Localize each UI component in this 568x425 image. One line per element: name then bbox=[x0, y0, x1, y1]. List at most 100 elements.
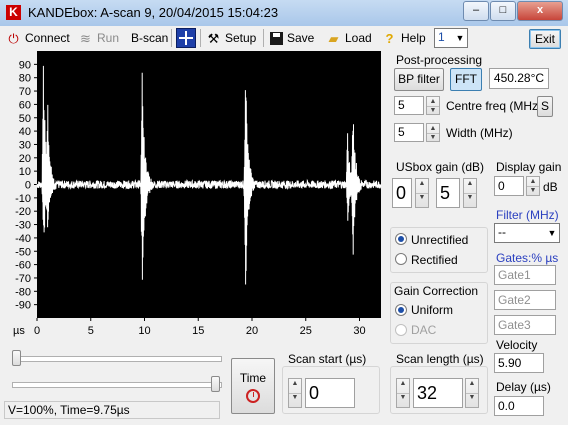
time-button[interactable]: Time bbox=[231, 358, 275, 414]
connect-button[interactable]: ⏻ Connect bbox=[6, 28, 70, 48]
gate1-input[interactable]: Gate1 bbox=[494, 265, 556, 285]
minimize-button[interactable]: – bbox=[463, 1, 489, 21]
y-tick-label: 60 bbox=[19, 99, 31, 111]
gain-correction-title: Gain Correction bbox=[394, 284, 479, 298]
time-label: Time bbox=[239, 371, 267, 385]
status-bar: V=100%, Time=9.75µs bbox=[4, 401, 220, 419]
scan-start-input[interactable]: 0 bbox=[305, 378, 355, 408]
display-gain-input[interactable]: 0 bbox=[494, 176, 524, 196]
width-spinner[interactable]: ▲ ▼ bbox=[426, 123, 440, 142]
channel-select-value: 1 bbox=[438, 30, 445, 44]
y-tick-label: -10 bbox=[15, 193, 31, 205]
arrow-up-icon[interactable]: ▲ bbox=[397, 379, 409, 394]
scan-start-spinner[interactable]: ▲ ▼ bbox=[288, 378, 302, 408]
bscan-button[interactable]: B-scan bbox=[131, 28, 168, 48]
usbox-gain-coarse-spinner[interactable]: ▲ ▼ bbox=[415, 178, 429, 208]
y-tick-label: 30 bbox=[19, 139, 31, 151]
scan-length-slider-thumb[interactable] bbox=[211, 376, 220, 392]
fft-button[interactable]: FFT bbox=[450, 68, 482, 91]
y-tick-label: 90 bbox=[19, 59, 31, 71]
y-tick-label: 0 bbox=[25, 180, 31, 192]
uniform-radio[interactable] bbox=[395, 304, 407, 316]
chevron-down-icon: ▼ bbox=[455, 33, 465, 43]
usbox-gain-coarse-input[interactable]: 0 bbox=[392, 178, 412, 208]
usbox-gain-fine-spinner[interactable]: ▲ ▼ bbox=[463, 178, 477, 208]
x-tick-label: 5 bbox=[88, 325, 94, 337]
gate3-input[interactable]: Gate3 bbox=[494, 315, 556, 335]
close-button[interactable]: x bbox=[517, 1, 563, 21]
gates-label: Gates:% µs bbox=[496, 251, 559, 265]
usbox-gain-fine-input[interactable]: 5 bbox=[436, 178, 460, 208]
filter-label: Filter (MHz) bbox=[496, 208, 559, 222]
y-tick-label: -90 bbox=[15, 300, 31, 312]
setup-label: Setup bbox=[225, 31, 257, 45]
x-tick-label: 15 bbox=[192, 325, 204, 337]
arrow-down-icon[interactable]: ▼ bbox=[464, 193, 476, 207]
display-gain-label: Display gain bbox=[496, 160, 562, 174]
arrow-down-icon[interactable]: ▼ bbox=[427, 106, 439, 115]
unrectified-radio[interactable] bbox=[395, 233, 407, 245]
run-button[interactable]: ≋ Run bbox=[78, 28, 119, 48]
dac-radio[interactable] bbox=[395, 324, 407, 336]
scan-length-label: Scan length (µs) bbox=[396, 352, 484, 366]
arrow-down-icon[interactable]: ▼ bbox=[427, 133, 439, 142]
scan-length-spinner-right[interactable]: ▲ ▼ bbox=[465, 378, 479, 408]
arrow-down-icon[interactable]: ▼ bbox=[289, 393, 301, 407]
temperature-readout: 450.28°C bbox=[489, 68, 549, 89]
setup-button[interactable]: ⚒ Setup bbox=[206, 28, 257, 48]
s-button[interactable]: S bbox=[537, 96, 553, 117]
waveform-icon: ≋ bbox=[80, 30, 91, 46]
rectified-radio[interactable] bbox=[395, 253, 407, 265]
filter-select[interactable]: -- ▼ bbox=[494, 223, 560, 243]
y-tick-label: 70 bbox=[19, 86, 31, 98]
arrow-up-icon[interactable]: ▲ bbox=[416, 179, 428, 194]
save-button[interactable]: Save bbox=[270, 28, 314, 48]
display-gain-unit: dB bbox=[543, 180, 558, 194]
y-tick-label: 10 bbox=[19, 166, 31, 178]
y-tick-label: -20 bbox=[15, 206, 31, 218]
arrow-up-icon[interactable]: ▲ bbox=[289, 379, 301, 394]
x-axis-label: µs bbox=[13, 325, 25, 337]
unrectified-label: Unrectified bbox=[411, 233, 469, 247]
y-tick-label: -50 bbox=[15, 246, 31, 258]
channel-select[interactable]: 1 ▼ bbox=[434, 28, 468, 48]
scan-start-slider-thumb[interactable] bbox=[12, 350, 21, 366]
velocity-input[interactable]: 5.90 bbox=[494, 353, 544, 373]
centre-freq-input[interactable]: 5 bbox=[394, 96, 424, 115]
help-button[interactable]: ? Help bbox=[382, 28, 426, 48]
bscan-label: B-scan bbox=[131, 31, 169, 45]
width-input[interactable]: 5 bbox=[394, 123, 424, 142]
toolbar-divider bbox=[171, 29, 172, 47]
arrow-up-icon[interactable]: ▲ bbox=[466, 379, 478, 394]
exit-button[interactable]: Exit bbox=[529, 29, 561, 49]
load-button[interactable]: ▰ Load bbox=[326, 28, 372, 48]
arrow-down-icon[interactable]: ▼ bbox=[416, 193, 428, 207]
bp-filter-button[interactable]: BP filter bbox=[394, 68, 444, 91]
delay-label: Delay (µs) bbox=[496, 380, 551, 394]
toolbar-divider bbox=[200, 29, 201, 47]
title-bar: K KANDEbox: A-scan 9, 20/04/2015 15:04:2… bbox=[0, 0, 568, 26]
scan-length-spinner-left[interactable]: ▲ ▼ bbox=[396, 378, 410, 408]
x-tick-label: 30 bbox=[353, 325, 365, 337]
delay-input[interactable]: 0.0 bbox=[494, 396, 544, 416]
connect-label: Connect bbox=[25, 31, 70, 45]
application-window: K KANDEbox: A-scan 9, 20/04/2015 15:04:2… bbox=[0, 0, 568, 425]
save-label: Save bbox=[287, 31, 315, 45]
arrow-down-icon[interactable]: ▼ bbox=[466, 393, 478, 407]
arrow-down-icon[interactable]: ▼ bbox=[527, 186, 539, 195]
maximize-button[interactable]: □ bbox=[490, 1, 516, 21]
arrow-up-icon[interactable]: ▲ bbox=[464, 179, 476, 194]
centre-freq-spinner[interactable]: ▲ ▼ bbox=[426, 96, 440, 115]
tools-icon: ⚒ bbox=[207, 30, 220, 46]
layout-grid-button[interactable] bbox=[176, 28, 196, 48]
scan-length-slider-track[interactable] bbox=[12, 382, 222, 388]
filter-select-value: -- bbox=[498, 225, 506, 239]
scan-length-input[interactable]: 32 bbox=[413, 378, 463, 408]
width-label: Width (MHz) bbox=[446, 126, 513, 140]
gate2-input[interactable]: Gate2 bbox=[494, 290, 556, 310]
arrow-down-icon[interactable]: ▼ bbox=[397, 393, 409, 407]
y-tick-label: 50 bbox=[19, 113, 31, 125]
scan-start-slider-track[interactable] bbox=[12, 356, 222, 362]
y-tick-label: -70 bbox=[15, 273, 31, 285]
display-gain-spinner[interactable]: ▲ ▼ bbox=[526, 176, 540, 196]
